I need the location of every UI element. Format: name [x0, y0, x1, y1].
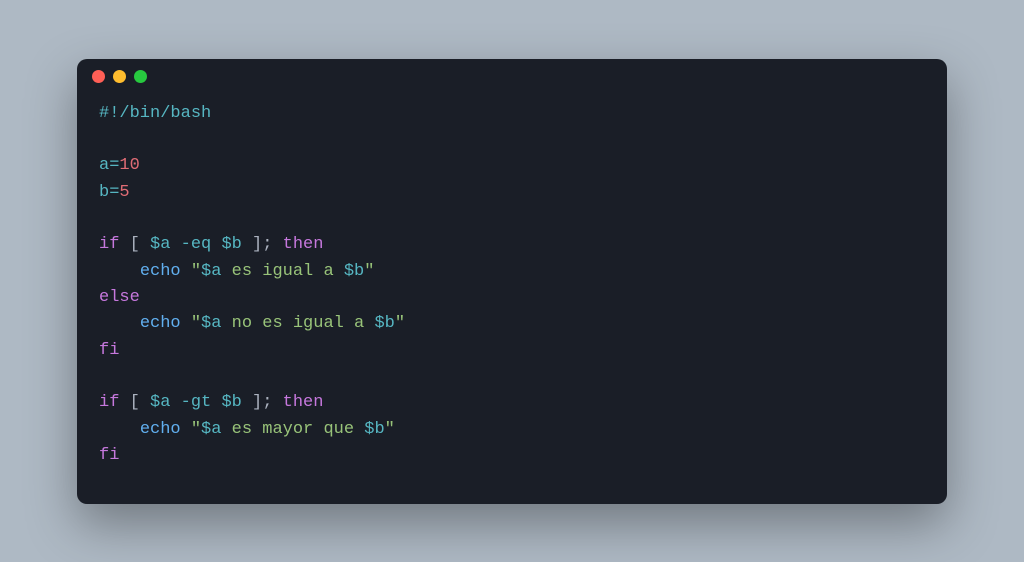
var-ref-a: $a [150, 235, 170, 254]
bracket-close: ] [252, 393, 262, 412]
str-var-b: $b [344, 262, 364, 281]
keyword-then: then [283, 235, 324, 254]
var-b: b [99, 183, 109, 202]
indent [99, 314, 140, 333]
var-a: a [99, 156, 109, 175]
semicolon: ; [262, 235, 272, 254]
indent [99, 262, 140, 281]
equals: = [109, 156, 119, 175]
string-text: es igual a [221, 262, 343, 281]
keyword-fi: fi [99, 446, 119, 465]
keyword-fi: fi [99, 341, 119, 360]
close-icon[interactable] [92, 70, 105, 83]
bracket-open: [ [130, 235, 140, 254]
command-echo: echo [140, 314, 181, 333]
operator-gt: -gt [181, 393, 212, 412]
minimize-icon[interactable] [113, 70, 126, 83]
quote: " [395, 314, 405, 333]
str-var-b: $b [374, 314, 394, 333]
command-echo: echo [140, 262, 181, 281]
titlebar [77, 59, 947, 95]
code-block: #!/bin/bash a=10 b=5 if [ $a -eq $b ]; t… [77, 95, 947, 490]
quote: " [191, 420, 201, 439]
str-var-a: $a [201, 262, 221, 281]
str-var-a: $a [201, 420, 221, 439]
keyword-then: then [283, 393, 324, 412]
keyword-if: if [99, 393, 119, 412]
indent [99, 420, 140, 439]
quote: " [191, 262, 201, 281]
zoom-icon[interactable] [134, 70, 147, 83]
quote: " [385, 420, 395, 439]
string-text: es mayor que [221, 420, 364, 439]
var-ref-b: $b [221, 393, 241, 412]
bracket-close: ] [252, 235, 262, 254]
quote: " [364, 262, 374, 281]
str-var-a: $a [201, 314, 221, 333]
terminal-window: #!/bin/bash a=10 b=5 if [ $a -eq $b ]; t… [77, 59, 947, 504]
value-10: 10 [119, 156, 139, 175]
keyword-else: else [99, 288, 140, 307]
semicolon: ; [262, 393, 272, 412]
var-ref-a: $a [150, 393, 170, 412]
command-echo: echo [140, 420, 181, 439]
quote: " [191, 314, 201, 333]
equals: = [109, 183, 119, 202]
shebang: #!/bin/bash [99, 104, 211, 123]
var-ref-b: $b [221, 235, 241, 254]
str-var-b: $b [364, 420, 384, 439]
bracket-open: [ [130, 393, 140, 412]
value-5: 5 [119, 183, 129, 202]
keyword-if: if [99, 235, 119, 254]
operator-eq: -eq [181, 235, 212, 254]
string-text: no es igual a [221, 314, 374, 333]
